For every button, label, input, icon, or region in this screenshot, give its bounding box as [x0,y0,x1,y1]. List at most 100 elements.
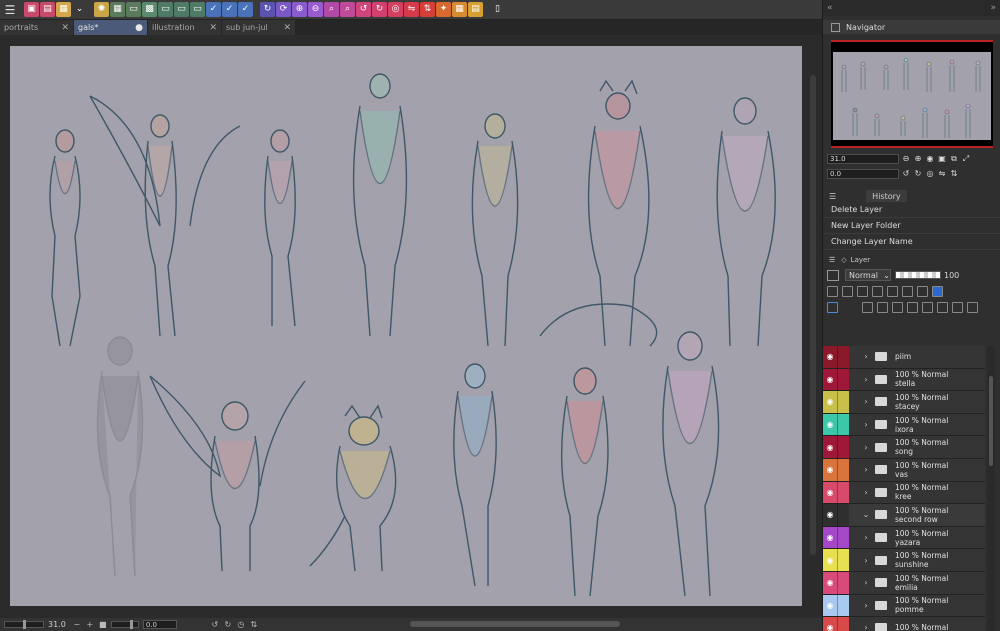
reference-icon[interactable] [872,285,883,297]
new-raster-layer-icon[interactable] [862,301,873,313]
guide-icon[interactable]: ▭ [158,2,173,17]
reset-rotation-icon[interactable]: ◷ [236,620,246,630]
layer-lock-toggle[interactable] [837,617,849,631]
check2-icon[interactable]: ✓ [222,2,237,17]
layer-row[interactable]: ◉ › 100 % Normal ixora [823,413,985,437]
canvas-horizontal-scrollbar[interactable] [410,621,620,627]
rotation-field[interactable]: 0.0 [142,620,177,629]
apply-mask-icon[interactable] [952,301,963,313]
layer-lock-toggle[interactable] [837,413,849,436]
check-icon[interactable]: ✓ [206,2,221,17]
tab-0[interactable]: portraits ✕ [0,20,73,35]
layer-row[interactable]: ◉ › 100 % Normal emilia [823,571,985,595]
layer-row[interactable]: ◉ › 100 % Normal pomme [823,594,985,618]
flip-icon[interactable]: ↻ [260,2,275,17]
tab-layer[interactable]: Layer [851,256,871,264]
layer-row[interactable]: ◉ › 100 % Normal sunshine [823,549,985,572]
tab-navigator[interactable]: Navigator [823,20,1000,34]
copy-layer-icon[interactable] [907,301,918,313]
layer-lock-toggle[interactable] [837,549,849,571]
chevron-right-icon[interactable]: › [861,375,871,384]
reset-rotation-icon[interactable]: ◎ [925,169,935,179]
layer-row[interactable]: ◉ › 100 % Normal kree [823,481,985,505]
frame-icon[interactable]: ▩ [142,2,157,17]
chevron-right-icon[interactable]: › [861,488,871,497]
close-icon[interactable]: ✕ [61,23,73,33]
zoom-out-icon[interactable]: ⊖ [901,154,911,164]
rotate-right-icon[interactable]: ↻ [913,169,923,179]
lock-icon[interactable] [857,285,868,297]
flip-v-icon[interactable]: ⇅ [420,2,435,17]
eye-icon[interactable]: ◉ [823,436,837,458]
close-icon[interactable]: ✕ [283,23,295,33]
eye-icon[interactable]: ◉ [823,526,837,549]
chevron-right-icon[interactable]: › [861,578,871,587]
scrollbar-thumb[interactable] [989,376,993,466]
tab-3[interactable]: sub jun-jul ✕ [222,20,295,35]
zoom-out-icon[interactable]: − [72,620,82,630]
zoom-fit-icon[interactable]: ⌕ [324,2,339,17]
new-vector-layer-icon[interactable] [877,301,888,313]
image-icon[interactable]: ▦ [56,2,71,17]
history-item[interactable]: Change Layer Name [823,234,1000,250]
opacity-slider[interactable] [895,271,941,279]
layer-lock-toggle[interactable] [837,346,849,368]
chevron-right-icon[interactable]: › [861,420,871,429]
ruler-icon[interactable]: ▭ [126,2,141,17]
rotate-left-icon[interactable]: ↺ [356,2,371,17]
rotate-left-icon[interactable]: ↺ [210,620,220,630]
layer-lock-toggle[interactable] [837,391,849,413]
draft-icon[interactable] [887,285,898,297]
layer-scrollbar[interactable] [987,346,995,631]
layer-lock-toggle[interactable] [837,504,849,526]
layer-row[interactable]: ◉ › 100 % Normal [823,617,985,631]
flip-icon[interactable]: ⇅ [249,620,259,630]
flip-v-icon[interactable]: ⇅ [949,169,959,179]
note-icon[interactable]: ▤ [468,2,483,17]
reset-rotation-icon[interactable]: ◎ [388,2,403,17]
zoom-in-icon[interactable]: ⊕ [913,154,923,164]
fit-window-icon[interactable]: ⧉ [949,154,959,164]
canvas-vertical-scrollbar[interactable] [806,35,820,618]
actual-size-icon[interactable]: ▣ [937,154,947,164]
eye-icon[interactable]: ◉ [823,571,837,594]
eye-icon[interactable]: ◉ [823,391,837,413]
dropdown-icon[interactable]: ⌄ [72,2,87,17]
zoom-in-icon[interactable]: ⊕ [292,2,307,17]
layer-row[interactable]: ◉ › piim [823,346,985,369]
export-icon[interactable]: ▤ [40,2,55,17]
menu-icon[interactable]: ☰ [829,192,836,201]
fullscreen-icon[interactable]: ⤢ [961,154,971,164]
eye-icon[interactable]: ◉ [823,594,837,617]
flip-h-icon[interactable]: ⇋ [404,2,419,17]
canvas-sheet[interactable] [10,46,802,606]
chevron-right-icon[interactable]: › [861,443,871,452]
eye-icon[interactable]: ◉ [823,549,837,571]
chevron-right-icon[interactable]: › [861,556,871,565]
fit-icon[interactable]: ◉ [925,154,935,164]
mask-layer-icon[interactable] [937,301,948,313]
eye-icon[interactable]: ◉ [823,368,837,391]
check3-icon[interactable]: ✓ [238,2,253,17]
zoom-in-icon[interactable]: + [85,620,95,630]
rotate-icon[interactable]: ⟳ [276,2,291,17]
layer-color-icon[interactable] [827,269,839,281]
chevron-right-icon[interactable]: › [861,533,871,542]
chevron-right-icon[interactable]: › [861,397,871,406]
history-item[interactable]: New Layer Folder [823,218,1000,234]
phone-icon[interactable]: ▯ [490,2,505,17]
eye-icon[interactable]: ◉ [823,346,837,368]
palette-icon[interactable] [917,285,928,297]
layer-lock-toggle[interactable] [837,458,849,481]
chevron-right-icon[interactable]: › [861,465,871,474]
clip-icon[interactable] [842,285,853,297]
zoom-actual-icon[interactable]: ⌕ [340,2,355,17]
eye-icon[interactable]: ◉ [823,617,837,631]
color-icon[interactable] [932,285,943,297]
fit-icon[interactable]: ■ [98,620,108,630]
close-icon[interactable]: ✕ [209,23,221,33]
layer-row[interactable]: ◉ › 100 % Normal stacey [823,391,985,414]
layer-row[interactable]: ◉ ⌄ 100 % Normal second row [823,504,985,527]
mask-icon[interactable] [902,285,913,297]
chevron-down-icon[interactable]: ⌄ [861,510,871,519]
